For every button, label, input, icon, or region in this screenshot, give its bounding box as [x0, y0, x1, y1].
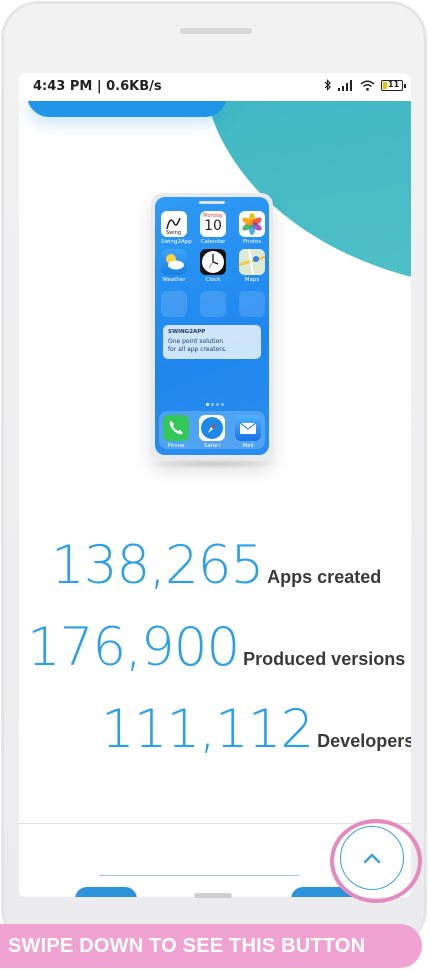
- placeholder-app: [239, 291, 265, 317]
- app-photos: Photos: [239, 211, 265, 245]
- app-screen: 4:43 PM | 0.6KB/s 11 Swing Swing2App Mon…: [19, 73, 411, 897]
- calendar-icon: Monday 10: [200, 211, 226, 237]
- swing2app-icon: Swing: [161, 211, 187, 237]
- app-maps: Maps: [239, 249, 265, 283]
- page-dots: [206, 403, 224, 406]
- maps-icon: [239, 249, 265, 275]
- signal-icon: [338, 79, 352, 91]
- app-weather: Weather: [161, 249, 187, 283]
- status-bar: 4:43 PM | 0.6KB/s 11: [19, 73, 411, 101]
- stat-caption: Developers: [317, 731, 411, 751]
- battery-icon: 11: [381, 79, 406, 91]
- banner-text: SWIPE DOWN TO SEE THIS BUTTON: [8, 934, 366, 957]
- stat-apps-created: 138,265 Apps created: [51, 535, 381, 596]
- dock-safari: Safari: [199, 415, 225, 449]
- photos-icon: [239, 211, 265, 237]
- speaker-grille: [180, 28, 252, 34]
- placeholder-app: [161, 291, 187, 317]
- dock-mail: Mail: [235, 415, 261, 449]
- clock-icon: [200, 249, 226, 275]
- swing2app-widget: SWING2APP One point solution for all app…: [163, 325, 261, 359]
- stat-caption: Apps created: [267, 567, 382, 587]
- home-indicator: [194, 893, 232, 898]
- mail-icon: [235, 415, 261, 441]
- stat-value: 111,112: [101, 699, 314, 760]
- app-clock: Clock: [200, 249, 226, 283]
- app-swing2app: Swing Swing2App: [161, 211, 192, 245]
- footer-line: [99, 875, 299, 876]
- illustration-shadow: [143, 459, 283, 469]
- chevron-up-icon: [363, 853, 381, 864]
- stat-value: 176,900: [27, 617, 240, 678]
- stat-produced-versions: 176,900 Produced versions: [27, 617, 405, 678]
- safari-icon: [199, 415, 225, 441]
- svg-text:Swing: Swing: [166, 230, 181, 236]
- footer-button-left[interactable]: [75, 887, 137, 897]
- phone-illustration: Swing Swing2App Monday 10 Calendar Photo…: [151, 193, 273, 461]
- status-time: 4:43 PM | 0.6KB/s: [33, 79, 162, 94]
- stat-caption: Produced versions: [243, 649, 406, 669]
- bluetooth-icon: [324, 79, 331, 91]
- placeholder-app: [200, 291, 226, 317]
- app-calendar: Monday 10 Calendar: [200, 211, 226, 245]
- instruction-banner: SWIPE DOWN TO SEE THIS BUTTON: [0, 924, 422, 968]
- stat-developers: 111,112 Developers: [101, 699, 411, 760]
- scroll-to-top-button[interactable]: [340, 826, 404, 890]
- phone-icon: [163, 415, 189, 441]
- battery-level: 11: [388, 79, 400, 89]
- weather-icon: [161, 249, 187, 275]
- dock: Phone Safari Mail: [159, 411, 265, 449]
- stat-value: 138,265: [51, 535, 264, 596]
- wifi-icon: [360, 80, 375, 91]
- dock-phone: Phone: [163, 415, 189, 449]
